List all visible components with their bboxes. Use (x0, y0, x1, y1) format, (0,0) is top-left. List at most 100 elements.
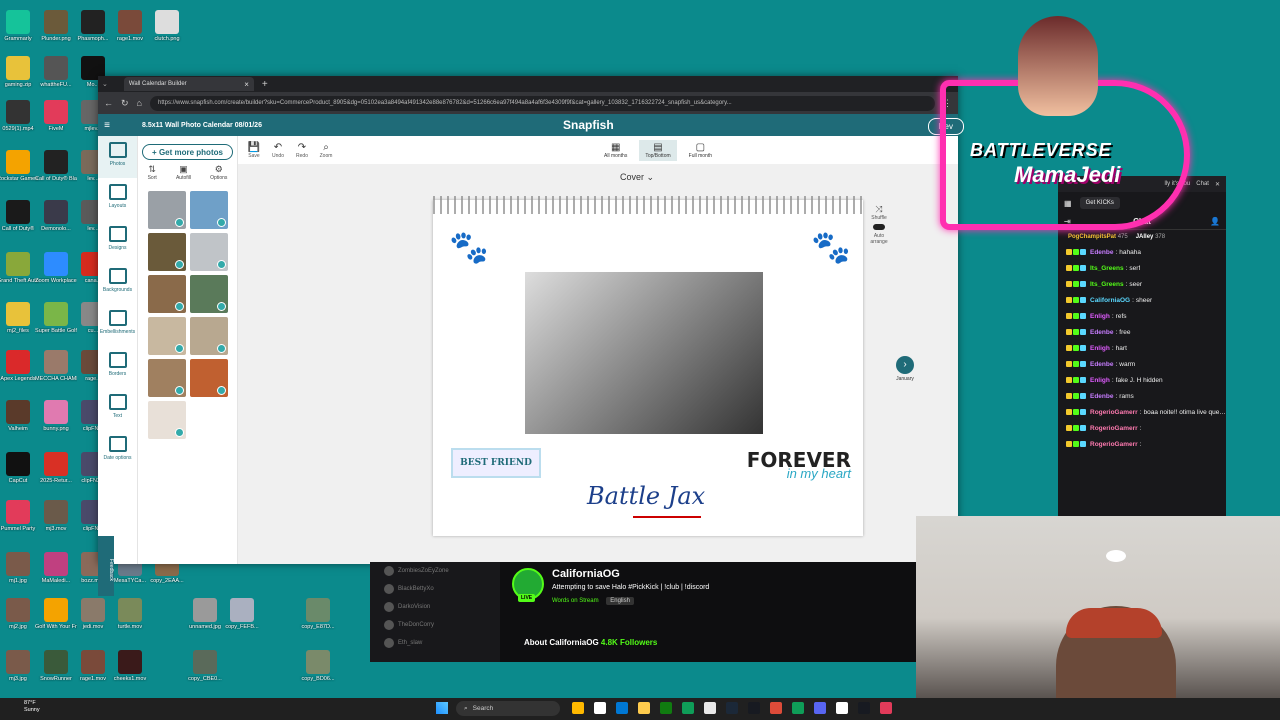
desktop-icon[interactable]: clutch.png (146, 10, 188, 42)
photo-thumbnail[interactable] (190, 191, 228, 229)
desktop-icon[interactable]: bunny.png (35, 400, 77, 432)
desktop-icon[interactable]: rage1.mov (109, 10, 151, 42)
chat-username[interactable]: Edenbe (1090, 329, 1113, 336)
view-tab-full-month[interactable]: ▢ Full month (683, 140, 718, 161)
chat-username[interactable]: RogerioGamerr (1090, 425, 1138, 432)
desktop-icon[interactable]: Super Battle Golf (35, 302, 77, 334)
chat-message[interactable]: Edenbe: hahaha (1058, 244, 1226, 260)
cover-title-text[interactable]: Battle Jax (587, 482, 705, 510)
chat-message[interactable]: Enligh: refs (1058, 308, 1226, 324)
desktop-icon[interactable]: Pummel Party (0, 500, 39, 532)
desktop-icon[interactable]: Plunder.png (35, 10, 77, 42)
chat-username[interactable]: Edenbe (1090, 249, 1113, 256)
url-input[interactable]: https://www.snapfish.com/create/builder?… (149, 95, 935, 111)
taskbar-app-icon[interactable] (880, 702, 892, 714)
autofill-button[interactable]: ▣ Autofill (176, 164, 191, 181)
undo-button[interactable]: ↶ Undo (266, 142, 290, 159)
followed-channel[interactable]: BlackBettyXo (370, 580, 500, 598)
desktop-icon[interactable]: mj3.jpg (0, 650, 39, 682)
sidebar-item-designs[interactable]: Designs (98, 220, 137, 262)
desktop-icon[interactable]: Call of Duty® (0, 200, 39, 232)
calendar-cover-page[interactable]: 🐾 🐾 BEST FRIEND FOREVER in my heart Batt… (433, 196, 863, 536)
tab-list-icon[interactable]: ⌄ (102, 80, 108, 88)
followed-channel[interactable]: Eth_slaw (370, 634, 500, 652)
taskbar-app-icon[interactable] (594, 702, 606, 714)
desktop-icon[interactable]: Zoom Workplace (35, 252, 77, 284)
desktop-icon[interactable]: unnamed.jpg (184, 598, 226, 630)
chat-username[interactable]: RogerioGamerr (1090, 409, 1138, 416)
next-page-button[interactable]: › January (896, 356, 914, 382)
desktop-icon[interactable]: Call of Duty® Bla... (35, 150, 77, 182)
photo-thumbnail[interactable] (148, 359, 186, 397)
desktop-icon[interactable]: Grammarly (0, 10, 39, 42)
chat-message[interactable]: RogerioGamerr: (1058, 420, 1226, 436)
taskbar-app-icon[interactable] (814, 702, 826, 714)
taskbar-app-icon[interactable] (638, 702, 650, 714)
save-button[interactable]: 💾 Save (242, 142, 266, 159)
chat-message[interactable]: Edenbe: rams (1058, 388, 1226, 404)
chat-message[interactable]: Enligh: hart (1058, 340, 1226, 356)
photo-thumbnail[interactable] (190, 359, 228, 397)
followed-channel[interactable]: ZombiesZoEyZone (370, 562, 500, 580)
home-icon[interactable]: ⌂ (137, 98, 142, 108)
sort-button[interactable]: ⇅ Sort (148, 164, 157, 181)
chat-message[interactable]: RogerioGamerr: (1058, 436, 1226, 452)
users-icon[interactable]: 👤 (1210, 217, 1220, 226)
desktop-icon[interactable]: copy_BD06... (297, 650, 339, 682)
followed-channel[interactable]: DarkoVision (370, 598, 500, 616)
desktop-icon[interactable]: mj3.mov (35, 500, 77, 532)
reload-icon[interactable]: ↻ (121, 98, 129, 109)
chat-username[interactable]: Its_Greens (1090, 265, 1124, 272)
chat-message[interactable]: CaliforniaOG: sheer (1058, 292, 1226, 308)
desktop-icon[interactable]: Demonolo... (35, 200, 77, 232)
chat-message[interactable]: Edenbe: free (1058, 324, 1226, 340)
forever-sticker[interactable]: FOREVER in my heart (747, 448, 851, 481)
chat-username[interactable]: Enligh (1090, 345, 1110, 352)
category-link[interactable]: Words on Stream (552, 598, 599, 604)
chat-username[interactable]: Enligh (1090, 313, 1110, 320)
page-selector[interactable]: Cover ⌄ (620, 172, 654, 183)
photo-thumbnail[interactable] (148, 233, 186, 271)
chat-username[interactable]: Its_Greens (1090, 281, 1124, 288)
taskbar-app-icon[interactable] (836, 702, 848, 714)
desktop-icon[interactable]: CapCut (0, 452, 39, 484)
desktop-icon[interactable]: MECCHA CHAMELE... (35, 350, 77, 382)
chat-message[interactable]: Edenbe: warm (1058, 356, 1226, 372)
desktop-icon[interactable]: Apex Legends (0, 350, 39, 382)
desktop-icon[interactable]: cheeks1.mov (109, 650, 151, 682)
desktop-icon[interactable]: rage1.mov (72, 650, 114, 682)
desktop-icon[interactable]: Golf With Your Friends (35, 598, 77, 630)
sidebar-item-layouts[interactable]: Layouts (98, 178, 137, 220)
followed-channel[interactable]: TheDonCorry (370, 616, 500, 634)
weather-widget[interactable]: 87°F Sunny (24, 700, 40, 714)
view-tab-top-bottom[interactable]: ▤ Top/Bottom (639, 139, 677, 161)
chat-message[interactable]: Its_Greens: seer (1058, 276, 1226, 292)
chat-username[interactable]: Enligh (1090, 377, 1110, 384)
taskbar-app-icon[interactable] (770, 702, 782, 714)
chat-message[interactable]: Enligh: fake J. H hidden (1058, 372, 1226, 388)
taskbar-app-icon[interactable] (858, 702, 870, 714)
view-tab-all-months[interactable]: ▦ All months (598, 140, 633, 161)
desktop-icon[interactable]: mj1.jpg (0, 552, 39, 584)
tab-wall-calendar[interactable]: Wall Calendar Builder × (123, 77, 254, 91)
new-tab-button[interactable]: + (262, 79, 268, 90)
photo-thumbnail[interactable] (148, 401, 186, 439)
desktop-icon[interactable]: Grand Theft Auto V Le... (0, 252, 39, 284)
menu-icon[interactable]: ≡ (98, 120, 116, 131)
taskbar-app-icon[interactable] (682, 702, 694, 714)
taskbar-app-icon[interactable] (660, 702, 672, 714)
auto-arrange-toggle[interactable] (873, 224, 885, 230)
desktop-icon[interactable]: Valheim (0, 400, 39, 432)
desktop-icon[interactable]: 2025-Retur... (35, 452, 77, 484)
gifter-name[interactable]: JAlley (1136, 234, 1154, 240)
taskbar-app-icon[interactable] (572, 702, 584, 714)
tab-close-icon[interactable]: × (244, 80, 249, 89)
chat-username[interactable]: Edenbe (1090, 361, 1113, 368)
language-tag[interactable]: English (606, 597, 634, 605)
paw-print-icon[interactable]: 🐾 (811, 228, 851, 266)
zoom-button[interactable]: ⌕ Zoom (314, 142, 338, 159)
taskbar-app-icon[interactable] (704, 702, 716, 714)
back-icon[interactable]: ← (104, 98, 113, 108)
streamer-name[interactable]: CaliforniaOG (552, 568, 620, 580)
photo-thumbnail[interactable] (190, 317, 228, 355)
